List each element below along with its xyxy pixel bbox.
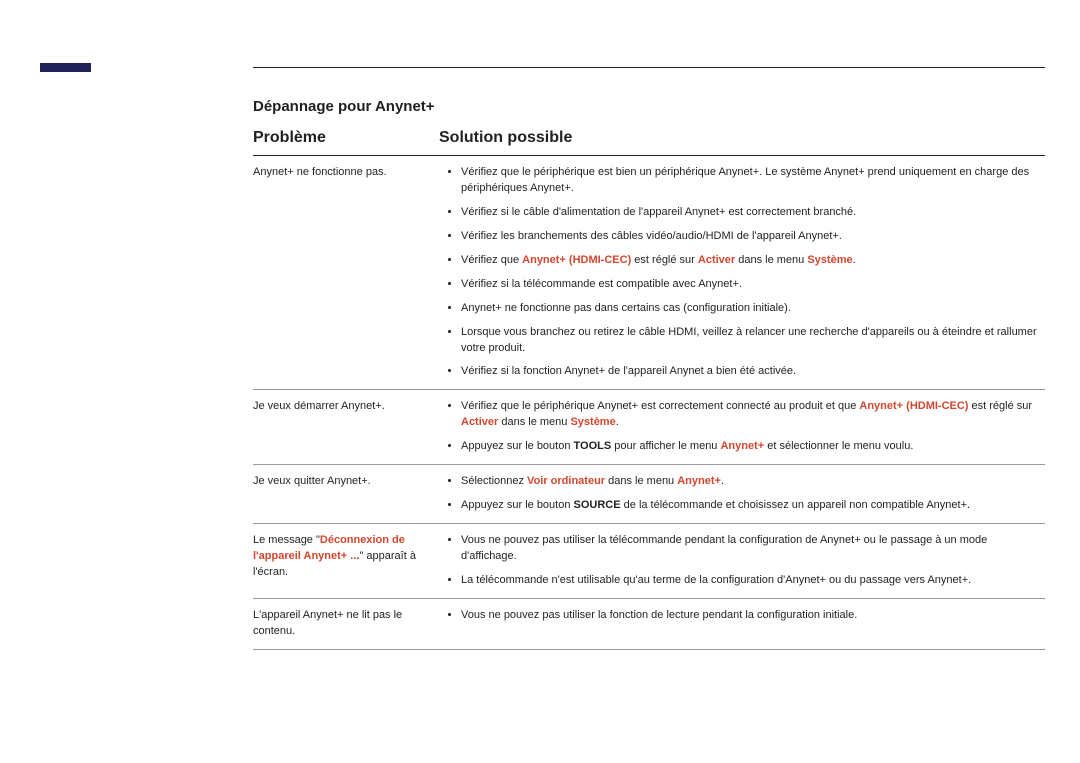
solution-item: Sélectionnez Voir ordinateur dans le men… [461, 474, 1037, 498]
solution-item: Vous ne pouvez pas utiliser la télécomma… [461, 533, 1037, 573]
solution-item: Lorsque vous branchez ou retirez le câbl… [461, 325, 1037, 365]
table-row: Anynet+ ne fonctionne pas. Vérifiez que l… [253, 156, 1045, 390]
solution-item: Vérifiez si la fonction Anynet+ de l'app… [461, 364, 1037, 380]
solution-item: Anynet+ ne fonctionne pas dans certains … [461, 301, 1037, 325]
highlight-text: Anynet+ (HDMI-CEC) [522, 254, 631, 266]
page-content: Dépannage pour Anynet+ Problème Solution… [253, 98, 1045, 650]
bold-text: TOOLS [574, 440, 612, 452]
solution-item: Vous ne pouvez pas utiliser la fonction … [461, 608, 1037, 624]
solution-item: Vérifiez si la télécommande est compatib… [461, 277, 1037, 301]
solution-item: Appuyez sur le bouton SOURCE de la téléc… [461, 498, 1037, 514]
problem-cell: Le message "Déconnexion de l'appareil An… [253, 524, 439, 599]
troubleshoot-table: Problème Solution possible Anynet+ ne fo… [253, 129, 1045, 650]
bold-text: SOURCE [574, 499, 621, 511]
solution-item: Vérifiez que Anynet+ (HDMI-CEC) est régl… [461, 253, 1037, 277]
solution-item: Appuyez sur le bouton TOOLS pour affiche… [461, 439, 1037, 455]
table-row: Le message "Déconnexion de l'appareil An… [253, 524, 1045, 599]
solution-list: Vous ne pouvez pas utiliser la télécomma… [439, 533, 1037, 589]
highlight-text: Système [570, 416, 615, 428]
solution-cell: Sélectionnez Voir ordinateur dans le men… [439, 465, 1045, 524]
highlight-text: Anynet+ [720, 440, 764, 452]
solution-list: Vérifiez que le périphérique Anynet+ est… [439, 399, 1037, 455]
problem-cell: L'appareil Anynet+ ne lit pas le contenu… [253, 598, 439, 649]
highlight-text: Déconnexion de l'appareil Anynet+ ... [253, 534, 405, 562]
problem-cell: Je veux démarrer Anynet+. [253, 390, 439, 465]
solution-list: Sélectionnez Voir ordinateur dans le men… [439, 474, 1037, 514]
table-row: Je veux quitter Anynet+. Sélectionnez Voi… [253, 465, 1045, 524]
highlight-text: Voir ordinateur [527, 475, 605, 487]
solution-item: Vérifiez si le câble d'alimentation de l… [461, 205, 1037, 229]
solution-cell: Vérifiez que le périphérique Anynet+ est… [439, 390, 1045, 465]
solution-item: Vérifiez que le périphérique Anynet+ est… [461, 399, 1037, 439]
problem-cell: Anynet+ ne fonctionne pas. [253, 156, 439, 390]
problem-cell: Je veux quitter Anynet+. [253, 465, 439, 524]
solution-list: Vous ne pouvez pas utiliser la fonction … [439, 608, 1037, 624]
highlight-text: Activer [461, 416, 498, 428]
highlight-text: Système [807, 254, 852, 266]
solution-item: Vérifiez les branchements des câbles vid… [461, 229, 1037, 253]
highlight-text: Activer [698, 254, 735, 266]
highlight-text: Anynet+ (HDMI-CEC) [859, 400, 968, 412]
col-header-problem: Problème [253, 129, 439, 156]
solution-list: Vérifiez que le périphérique est bien un… [439, 165, 1037, 380]
solution-cell: Vérifiez que le périphérique est bien un… [439, 156, 1045, 390]
highlight-text: Anynet+ [677, 475, 721, 487]
col-header-solution: Solution possible [439, 129, 1045, 156]
solution-item: La télécommande n'est utilisable qu'au t… [461, 573, 1037, 589]
top-rule [253, 67, 1045, 68]
solution-cell: Vous ne pouvez pas utiliser la télécomma… [439, 524, 1045, 599]
table-row: L'appareil Anynet+ ne lit pas le contenu… [253, 598, 1045, 649]
solution-cell: Vous ne pouvez pas utiliser la fonction … [439, 598, 1045, 649]
table-row: Je veux démarrer Anynet+. Vérifiez que le… [253, 390, 1045, 465]
solution-item: Vérifiez que le périphérique est bien un… [461, 165, 1037, 205]
section-title: Dépannage pour Anynet+ [253, 98, 1045, 115]
table-body: Anynet+ ne fonctionne pas. Vérifiez que l… [253, 156, 1045, 649]
section-tab-marker [40, 63, 91, 72]
